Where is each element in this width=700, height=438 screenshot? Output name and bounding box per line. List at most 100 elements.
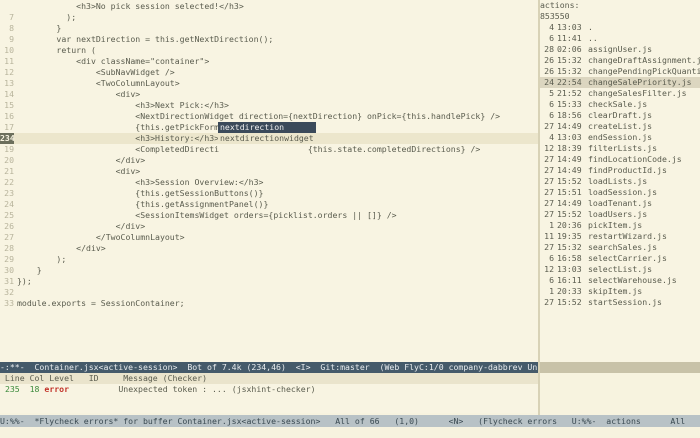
file-entry[interactable]: 5 21:52 changeSalesFilter.js	[540, 88, 700, 99]
file-time: 18:39	[557, 143, 582, 153]
file-time: 13:03	[557, 132, 582, 142]
line-number: 20	[4, 155, 14, 165]
code-line[interactable]: 32	[0, 287, 538, 298]
file-entry[interactable]: 1 20:33 skipItem.js	[540, 286, 700, 297]
line-number: 13	[4, 78, 14, 88]
code-line[interactable]: 25 <SessionItemsWidget orders={picklist.…	[0, 210, 538, 221]
file-entry[interactable]: 6 11:41..	[540, 33, 700, 44]
file-entry[interactable]: 28 02:06 assignUser.js	[540, 44, 700, 55]
file-size: 4	[549, 132, 554, 142]
file-entry[interactable]: 4 13:03.	[540, 22, 700, 33]
code-line[interactable]: 22 <h3>Session Overview:</h3>	[0, 177, 538, 188]
file-entry[interactable]: 27 14:49 findProductId.js	[540, 165, 700, 176]
code-line[interactable]: 11 <div className="container">	[0, 56, 538, 67]
file-time: 13:03	[557, 264, 582, 274]
file-entry[interactable]: 6 18:56 clearDraft.js	[540, 110, 700, 121]
file-time: 14:49	[557, 198, 582, 208]
file-time: 02:06	[557, 44, 582, 54]
line-number: 24	[4, 199, 14, 209]
code-line[interactable]: 29 );	[0, 254, 538, 265]
code-text: <TwoColumnLayout>	[17, 78, 180, 88]
code-line[interactable]: 12 <SubNavWidget />	[0, 67, 538, 78]
file-entry[interactable]: 2615:32 changePendingPickQuantity.js	[540, 66, 700, 77]
code-editor[interactable]: <h3>No pick session selected!</h3> 7 ); 8 …	[0, 0, 538, 362]
file-entry[interactable]: 27 15:52 loadLists.js	[540, 176, 700, 187]
file-name: pickItem.js	[588, 220, 643, 230]
file-size: 12	[544, 143, 554, 153]
file-entry[interactable]: 26 15:32 changeDraftAssignment.js	[540, 55, 700, 66]
code-line[interactable]: 20 </div>	[0, 155, 538, 166]
dired-sidebar[interactable]: actions: 853550 4 13:03. 6 11:41.. 28 02:06 as…	[540, 0, 700, 362]
code-line[interactable]: 28 </div>	[0, 243, 538, 254]
code-line[interactable]: 21 <div>	[0, 166, 538, 177]
file-size: 27	[544, 187, 554, 197]
line-number: 33	[4, 298, 14, 308]
file-time: 15:51	[557, 187, 582, 197]
file-time: 15:52	[557, 297, 582, 307]
flycheck-error-row[interactable]: 235 18 error Unexpected token : ... (jsx…	[0, 384, 538, 395]
code-text: );	[17, 12, 77, 22]
file-entry[interactable]: 27 14:49 createList.js	[540, 121, 700, 132]
file-size: 27	[544, 198, 554, 208]
file-entry[interactable]: 6 15:33 checkSale.js	[540, 99, 700, 110]
code-line[interactable]: 8 }	[0, 23, 538, 34]
file-entry[interactable]: 27 14:49 loadTenant.js	[540, 198, 700, 209]
flycheck-errors-panel[interactable]: Line Col Level ID Message (Checker) 235 …	[0, 373, 538, 413]
code-line[interactable]: 23 {this.getSessionButtons()}	[0, 188, 538, 199]
file-entry[interactable]: 1 20:36 pickItem.js	[540, 220, 700, 231]
code-line[interactable]: 10 return (	[0, 45, 538, 56]
line-number: 30	[4, 265, 14, 275]
file-time: 15:52	[557, 176, 582, 186]
file-name: changeDraftAssignment.js	[588, 55, 700, 65]
bottom-modeline: U:%%- *Flycheck errors* for buffer Conta…	[0, 415, 700, 427]
code-line[interactable]: 16 <NextDirectionWidget direction={nextD…	[0, 111, 538, 122]
line-number: 29	[4, 254, 14, 264]
code-text: <h3>Session Overview:</h3>	[17, 177, 264, 187]
file-name: selectList.js	[588, 264, 653, 274]
file-time: 16:11	[557, 275, 582, 285]
completion-item[interactable]: nextdirectionwidget	[218, 133, 316, 144]
code-line[interactable]: 15 <h3>Next Pick:</h3>	[0, 100, 538, 111]
file-entry[interactable]: 6 16:11 selectWarehouse.js	[540, 275, 700, 286]
file-entry[interactable]: 27 15:51 loadSession.js	[540, 187, 700, 198]
code-line[interactable]: 30 }	[0, 265, 538, 276]
file-size: 6	[549, 275, 554, 285]
file-entry[interactable]: 24 22:54 changeSalePriority.js	[540, 77, 700, 88]
file-time: 14:49	[557, 154, 582, 164]
line-number: 19	[4, 144, 14, 154]
file-time: 13:03	[557, 22, 582, 32]
file-name: ..	[588, 33, 598, 43]
file-name: endSession.js	[588, 132, 653, 142]
file-entry[interactable]: 27 15:52 loadUsers.js	[540, 209, 700, 220]
code-text: module.exports = SessionContainer;	[17, 298, 185, 308]
file-name: findLocationCode.js	[588, 154, 682, 164]
file-entry[interactable]: 11 19:35 restartWizard.js	[540, 231, 700, 242]
code-line[interactable]: 33 module.exports = SessionContainer;	[0, 298, 538, 309]
code-line[interactable]: 7 );	[0, 12, 538, 23]
code-line[interactable]: <h3>No pick session selected!</h3>	[0, 1, 538, 12]
file-entry[interactable]: 12 18:39 filterLists.js	[540, 143, 700, 154]
code-text: </div>	[17, 221, 146, 231]
file-entry[interactable]: 27 14:49 findLocationCode.js	[540, 154, 700, 165]
completion-item-selected[interactable]: nextdirection	[218, 122, 316, 133]
file-entry[interactable]: 27 15:52 startSession.js	[540, 297, 700, 308]
code-line[interactable]: 26 </div>	[0, 221, 538, 232]
file-entry[interactable]: 6 16:58 selectCarrier.js	[540, 253, 700, 264]
line-number: 23	[4, 188, 14, 198]
code-line[interactable]: 31});	[0, 276, 538, 287]
file-entry[interactable]: 12 13:03 selectList.js	[540, 264, 700, 275]
code-text: });	[17, 276, 32, 286]
file-time: 14:49	[557, 165, 582, 175]
code-line[interactable]: 13 <TwoColumnLayout>	[0, 78, 538, 89]
completion-popup[interactable]: nextdirection nextdirectionwidget	[218, 122, 316, 144]
code-line[interactable]: 9 var nextDirection = this.getNextDirect…	[0, 34, 538, 45]
code-line[interactable]: 14 <div>	[0, 89, 538, 100]
code-line[interactable]: 27 </TwoColumnLayout>	[0, 232, 538, 243]
file-entry[interactable]: 4 13:03 endSession.js	[540, 132, 700, 143]
file-entry[interactable]: 27 15:32 searchSales.js	[540, 242, 700, 253]
file-time: 21:52	[557, 88, 582, 98]
code-line[interactable]: 19 <CompletedDirecti {this.state.complet…	[0, 144, 538, 155]
file-name: changeSalesFilter.js	[588, 88, 687, 98]
code-line[interactable]: 24 {this.getAssignmentPanel()}	[0, 199, 538, 210]
file-size: 4	[549, 22, 554, 32]
